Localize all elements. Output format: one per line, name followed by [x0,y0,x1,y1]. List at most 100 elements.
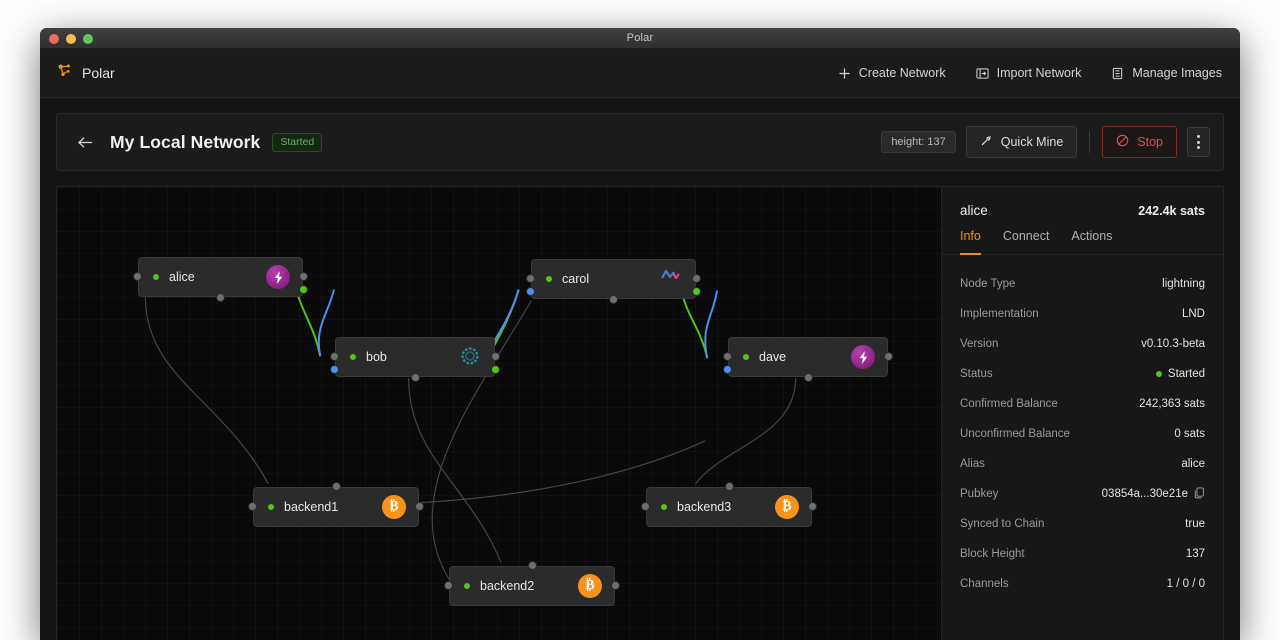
brand-label: Polar [82,65,115,81]
info-value: Started [1155,368,1205,380]
edge-dave-backend3 [695,378,797,485]
handle-right[interactable] [611,581,620,590]
info-value: lightning [1162,278,1205,290]
network-title: My Local Network [110,131,261,152]
pubkey-text: 03854a...30e21e [1101,488,1188,500]
info-row: Node Type lightning [960,269,1205,299]
close-button[interactable] [49,34,59,44]
handle-channel-out[interactable] [299,285,308,294]
handle-channel-in[interactable] [526,287,535,296]
graph-node-bob[interactable]: bob [330,337,500,382]
brand[interactable]: Polar [56,62,115,84]
stop-icon [1116,134,1129,150]
handle-bottom[interactable] [216,293,225,302]
info-row: Pubkey 03854a...30e21e [960,479,1205,509]
handle-right[interactable] [884,352,893,361]
graph-node-dave[interactable]: dave [723,337,893,382]
handle-top[interactable] [724,482,734,491]
info-value: 137 [1185,548,1205,560]
bitcoin-icon: ₿ [775,495,799,519]
status-dot-icon [1155,371,1162,377]
graph-node-label: bob [366,350,387,364]
pickaxe-icon [980,134,993,150]
info-key: Synced to Chain [960,518,1045,530]
tab-actions[interactable]: Actions [1071,229,1112,255]
manage-images-button[interactable]: Manage Images [1111,66,1222,80]
handle-top[interactable] [527,561,537,570]
kebab-icon [1197,135,1200,149]
handle-left[interactable] [526,274,535,283]
handle-right[interactable] [415,502,424,511]
graph-node-label: backend1 [284,500,339,514]
import-icon [976,67,989,80]
node-status-dot [661,504,667,510]
back-button[interactable] [77,135,94,150]
edge-bob-backend2 [408,378,502,563]
info-row: Version v0.10.3-beta [960,329,1205,359]
handle-right[interactable] [299,272,308,281]
block-height-chip: height: 137 [881,131,956,153]
status-text: Started [1167,368,1205,380]
info-row: Block Height 137 [960,539,1205,569]
tab-connect[interactable]: Connect [1003,229,1050,255]
handle-right[interactable] [491,352,500,361]
info-key: Confirmed Balance [960,398,1058,410]
create-network-button[interactable]: Create Network [838,66,946,80]
network-designer: alice carol bob dave backend1 ₿ backend3… [56,186,1224,640]
minimize-button[interactable] [66,34,76,44]
graph-node-backend2[interactable]: backend2 ₿ [444,561,620,606]
info-row: Synced to Chain true [960,509,1205,539]
sidebar-tabs: Info Connect Actions [942,218,1223,255]
maximize-button[interactable] [83,34,93,44]
window-controls [49,34,93,44]
handle-left[interactable] [723,352,732,361]
graph-node-backend1[interactable]: backend1 ₿ [248,482,424,527]
handle-left[interactable] [248,502,257,511]
handle-left[interactable] [444,581,453,590]
node-status-dot [153,274,159,280]
node-details-sidebar: alice 242.4k sats Info Connect Actions N… [941,186,1224,640]
handle-channel-out[interactable] [692,287,701,296]
graph-node-carol[interactable]: carol [526,259,701,304]
graph-node-label: alice [169,270,195,284]
info-value: 242,363 sats [1139,398,1205,410]
node-status-dot [546,276,552,282]
handle-channel-in[interactable] [330,365,339,374]
handle-bottom[interactable] [803,373,813,382]
info-value: true [1185,518,1205,530]
handle-right[interactable] [692,274,701,283]
handle-left[interactable] [133,272,142,281]
handle-bottom[interactable] [410,373,420,382]
bitcoin-icon: ₿ [382,495,406,519]
stop-button[interactable]: Stop [1102,126,1177,158]
info-key: Channels [960,578,1009,590]
node-status-dot [350,354,356,360]
handle-left[interactable] [330,352,339,361]
sidebar-info-rows: Node Type lightning Implementation LND V… [942,255,1223,599]
graph-node-backend3[interactable]: backend3 ₿ [641,482,817,527]
handle-channel-out[interactable] [491,365,500,374]
graph-node-label: backend2 [480,579,535,593]
app-header: Polar Create Network Import Network Mana… [40,49,1240,98]
graph-node-alice[interactable]: alice [133,257,308,302]
handle-bottom[interactable] [609,295,618,304]
info-value: v0.10.3-beta [1141,338,1205,350]
quick-mine-button[interactable]: Quick Mine [965,126,1078,158]
sidebar-balance: 242.4k sats [1138,204,1205,218]
manage-images-label: Manage Images [1132,66,1222,80]
handle-top[interactable] [331,482,341,491]
tab-info[interactable]: Info [960,229,981,255]
handle-right[interactable] [808,502,817,511]
node-status-dot [268,504,274,510]
network-canvas[interactable]: alice carol bob dave backend1 ₿ backend3… [56,186,941,640]
handle-left[interactable] [641,502,650,511]
toolbar-divider [1089,131,1091,153]
copy-icon[interactable] [1194,487,1205,502]
info-key: Pubkey [960,488,999,500]
polar-logo-icon [56,62,73,84]
handle-channel-in[interactable] [723,365,732,374]
graph-node-label: backend3 [677,500,732,514]
desktop-background: Polar Polar Create Network Import Networ… [0,0,1280,640]
more-options-button[interactable] [1187,127,1210,157]
import-network-button[interactable]: Import Network [976,66,1081,80]
